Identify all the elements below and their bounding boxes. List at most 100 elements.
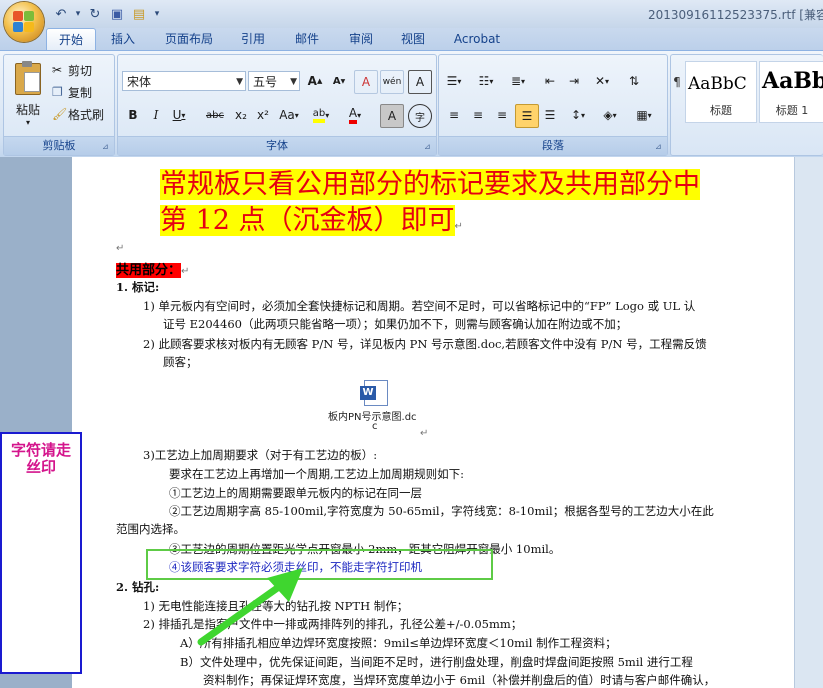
- subscript-button[interactable]: x₂: [230, 104, 252, 126]
- chinese-layout-icon: ✕: [594, 74, 606, 88]
- underline-icon: U: [172, 108, 182, 122]
- paste-button[interactable]: 粘贴 ▾: [8, 59, 48, 131]
- vertical-scrollbar[interactable]: [794, 157, 823, 688]
- scissors-icon: ✂: [52, 63, 63, 77]
- tab-acrobat[interactable]: Acrobat: [446, 28, 508, 50]
- character-shading-button[interactable]: A: [380, 104, 404, 128]
- grow-font-icon: A: [307, 74, 317, 88]
- open-icon[interactable]: ▤: [130, 5, 148, 23]
- redo-icon[interactable]: ↻: [86, 5, 104, 23]
- style-pilcrow-icon[interactable]: ¶: [671, 69, 683, 95]
- distributed-button[interactable]: ☰: [539, 104, 561, 126]
- strikethrough-button[interactable]: abc: [204, 104, 226, 126]
- chinese-layout-button[interactable]: ✕ ▾: [591, 70, 613, 92]
- grow-font-button[interactable]: A ▲: [304, 70, 326, 92]
- copy-button[interactable]: ❐ 复制: [52, 81, 108, 103]
- change-case-button[interactable]: Aa ▾: [278, 104, 300, 126]
- enclose-characters-icon: 字: [415, 112, 425, 124]
- word-document-icon[interactable]: W: [360, 380, 388, 406]
- increase-indent-button[interactable]: ⇥: [563, 70, 585, 92]
- office-button[interactable]: [4, 2, 44, 42]
- style-name: 标题 1: [775, 104, 809, 117]
- undo-icon[interactable]: ↶: [52, 5, 70, 23]
- font-name-value: 宋体: [127, 75, 152, 89]
- multilevel-list-button[interactable]: ≣ ▾: [507, 70, 529, 92]
- cut-label: 剪切: [68, 63, 93, 78]
- align-right-button[interactable]: ≡: [491, 104, 513, 126]
- tab-home[interactable]: 开始: [46, 28, 96, 51]
- heading-line-2: 第 12 点（沉金板）即可↵: [160, 204, 463, 238]
- increase-indent-icon: ⇥: [568, 74, 580, 88]
- align-center-button[interactable]: ≡: [467, 104, 489, 126]
- format-painter-button[interactable]: 🖌 格式刷: [52, 103, 112, 125]
- superscript-button[interactable]: x²: [252, 104, 274, 126]
- cut-button[interactable]: ✂ 剪切: [52, 59, 108, 81]
- numbering-button[interactable]: ☷ ▾: [475, 70, 497, 92]
- save-icon[interactable]: ▣: [108, 5, 126, 23]
- undo-dropdown-icon[interactable]: ▾: [74, 5, 82, 23]
- customize-toolbar-icon[interactable]: ▾: [152, 5, 162, 23]
- highlight-button[interactable]: ab ▾: [310, 104, 332, 126]
- font-group: 宋体 ▼ 五号 ▼ A ▲ A ▼ A wén A B I U ▾ abc x₂ x²…: [117, 54, 437, 156]
- underline-button[interactable]: U ▾: [168, 104, 190, 126]
- green-arrow-icon: [197, 568, 303, 646]
- superscript-icon: x²: [257, 108, 269, 122]
- heading-text-1: 常规板只看公用部分的标记要求及共用部分中: [160, 169, 700, 200]
- style-card-heading-1[interactable]: AaBb 标题 1: [759, 61, 823, 123]
- change-case-icon: Aa: [279, 108, 295, 122]
- distributed-icon: ☰: [544, 108, 556, 122]
- italic-button[interactable]: I: [145, 104, 167, 126]
- sort-button[interactable]: ⇅: [623, 70, 645, 92]
- decrease-indent-button[interactable]: ⇤: [539, 70, 561, 92]
- strikethrough-icon: abc: [206, 109, 224, 121]
- tab-references[interactable]: 引用: [230, 28, 276, 50]
- font-color-button[interactable]: A ▾: [344, 104, 366, 126]
- clear-format-button[interactable]: A: [354, 70, 378, 94]
- align-left-button[interactable]: ≡: [443, 104, 465, 126]
- bullets-button[interactable]: ☰ ▾: [443, 70, 465, 92]
- clipboard-launcher-icon[interactable]: ⊿: [102, 142, 112, 152]
- font-name-combo[interactable]: 宋体 ▼: [122, 71, 246, 91]
- style-card-title[interactable]: AaBbC 标题: [685, 61, 757, 123]
- style-sample: AaBb: [762, 68, 823, 94]
- shrink-font-button[interactable]: A ▼: [328, 70, 350, 92]
- borders-button[interactable]: ▦ ▾: [633, 104, 655, 126]
- item1-1-line-b: 证号 E204460（此两项只能省略一项）；如果仍加不下，则需与顾客确认加在附边…: [163, 317, 628, 331]
- character-border-icon: A: [415, 75, 425, 89]
- character-border-button[interactable]: A: [408, 70, 432, 94]
- paste-label: 粘贴: [15, 103, 40, 117]
- tab-review[interactable]: 审阅: [338, 28, 384, 50]
- heading-text-2: 第 12 点（沉金板）即可: [160, 205, 455, 236]
- font-launcher-icon[interactable]: ⊿: [424, 142, 434, 152]
- font-size-combo[interactable]: 五号 ▼: [248, 71, 300, 91]
- ribbon: 粘贴 ▾ ✂ 剪切 ❐ 复制 🖌 格式刷 剪贴板 ⊿ 宋体 ▼ 五号 ▼ A ▲ …: [0, 50, 823, 158]
- italic-icon: I: [153, 108, 159, 122]
- chevron-down-icon[interactable]: ▼: [236, 72, 243, 92]
- item1-2-line-a: 2) 此顾客要求核对板内有无顾客 P/N 号，详见板内 PN 号示意图.doc,…: [143, 337, 707, 351]
- annotation-note-text: 字符请走丝印: [10, 441, 71, 476]
- numbering-icon: ☷: [478, 74, 490, 88]
- tab-mailings[interactable]: 邮件: [284, 28, 330, 50]
- subscript-icon: x₂: [235, 108, 247, 122]
- item3-line1: 要求在工艺边上再增加一个周期,工艺边上加周期规则如下:: [169, 467, 465, 481]
- shading-button[interactable]: ◈ ▾: [599, 104, 621, 126]
- enclose-characters-button[interactable]: 字: [408, 104, 432, 128]
- phonetic-guide-button[interactable]: wén: [380, 70, 404, 94]
- justify-button[interactable]: ☰: [515, 104, 539, 128]
- chevron-down-icon[interactable]: ▼: [290, 72, 297, 92]
- character-shading-icon: A: [387, 109, 397, 123]
- item3-c1: ①工艺边上的周期需要跟单元板内的标记在同一层: [169, 486, 422, 500]
- copy-icon: ❐: [52, 85, 63, 99]
- paragraph-mark-icon: ↵: [116, 243, 125, 254]
- line-spacing-button[interactable]: ↕ ▾: [567, 104, 589, 126]
- paragraph-group: ☰ ▾ ☷ ▾ ≣ ▾ ⇤ ⇥ ✕ ▾ ⇅ ≡ ≡ ≡ ☰ ☰ ↕ ▾ ◈ ▾ ▦ ▾ 段落 …: [438, 54, 668, 156]
- tab-page-layout[interactable]: 页面布局: [156, 28, 222, 50]
- paragraph-mark-icon: ↵: [454, 221, 463, 232]
- paragraph-launcher-icon[interactable]: ⊿: [655, 142, 665, 152]
- align-center-icon: ≡: [472, 108, 484, 122]
- tab-insert[interactable]: 插入: [100, 28, 146, 50]
- item3-title: 3)工艺边上加周期要求（对于有工艺边的板）:: [143, 448, 378, 462]
- bold-button[interactable]: B: [122, 104, 144, 126]
- align-right-icon: ≡: [496, 108, 508, 122]
- tab-view[interactable]: 视图: [392, 28, 434, 50]
